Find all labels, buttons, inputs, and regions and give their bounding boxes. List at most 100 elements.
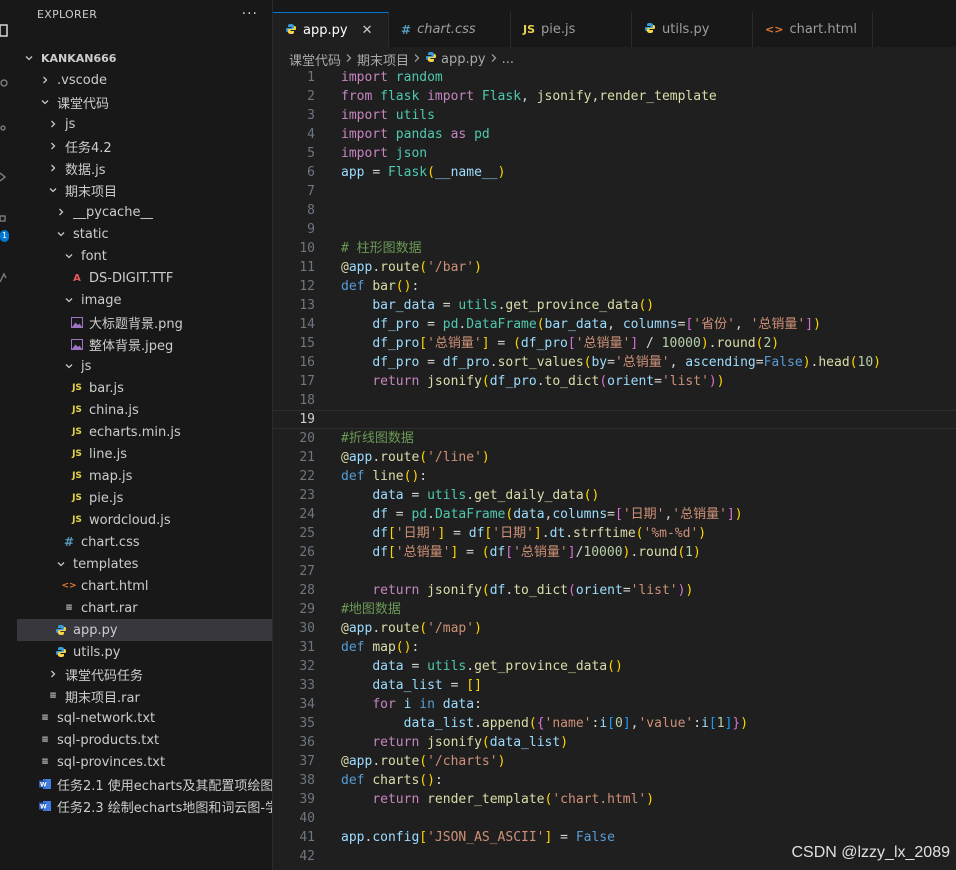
tree-file[interactable]: <> chart.html <box>17 575 272 597</box>
breadcrumb-item[interactable]: app.py <box>441 52 486 67</box>
tree-folder[interactable]: 课堂代码任务 <box>17 663 272 685</box>
code-line[interactable]: 17 return jsonify(df_pro.to_dict(orient=… <box>273 372 956 391</box>
tree-file[interactable]: W 任务2.1 使用echarts及其配置项绘图-... <box>17 773 272 795</box>
tab-app-py[interactable]: app.py ✕ <box>273 12 389 47</box>
code-line[interactable]: 11 @app.route('/bar') <box>273 258 956 277</box>
code-line[interactable]: 12 def bar(): <box>273 277 956 296</box>
file-file-icon: ≡ <box>49 691 57 701</box>
tree-file[interactable]: JS china.js <box>17 399 272 421</box>
tree-file[interactable]: JS bar.js <box>17 377 272 399</box>
code-line-current[interactable]: 19 <box>273 410 956 429</box>
run-debug-icon[interactable] <box>0 168 17 186</box>
extensions-icon[interactable] <box>0 212 17 230</box>
code-line[interactable]: 7 <box>273 182 956 201</box>
code-line[interactable]: 1 import random <box>273 68 956 87</box>
code-line[interactable]: 26 df['总销量'] = (df['总销量']/10000).round(1… <box>273 543 956 562</box>
code-line[interactable]: 34 for i in data: <box>273 695 956 714</box>
tree-file[interactable]: JS wordcloud.js <box>17 509 272 531</box>
code-line[interactable]: 13 bar_data = utils.get_province_data() <box>273 296 956 315</box>
testing-icon[interactable] <box>0 268 17 286</box>
code-line[interactable]: 32 data = utils.get_province_data() <box>273 657 956 676</box>
code-line[interactable]: 30 @app.route('/map') <box>273 619 956 638</box>
tree-file[interactable]: app.py <box>17 619 272 641</box>
close-icon[interactable]: ✕ <box>362 23 373 38</box>
tree-folder[interactable]: image <box>17 289 272 311</box>
tree-folder[interactable]: font <box>17 245 272 267</box>
code-line[interactable]: 24 df = pd.DataFrame(data,columns=['日期',… <box>273 505 956 524</box>
tree-file[interactable]: 大标题背景.png <box>17 311 272 333</box>
tree-item-label: pie.js <box>89 490 124 506</box>
tree-file[interactable]: JS map.js <box>17 465 272 487</box>
code-line[interactable]: 27 <box>273 562 956 581</box>
tree-folder[interactable]: 期末项目 <box>17 179 272 201</box>
watermark: CSDN @lzzy_lx_2089 <box>791 844 950 861</box>
code-line[interactable]: 3 import utils <box>273 106 956 125</box>
code-line[interactable]: 16 df_pro = df_pro.sort_values(by='总销量',… <box>273 353 956 372</box>
code-line[interactable]: 10 # 柱形图数据 <box>273 239 956 258</box>
code-line[interactable]: 5 import json <box>273 144 956 163</box>
tree-folder[interactable]: static <box>17 223 272 245</box>
tree-folder[interactable]: __pycache__ <box>17 201 272 223</box>
breadcrumb[interactable]: 课堂代码 期末项目 app.py... <box>289 48 514 70</box>
code-line[interactable]: 28 return jsonify(df.to_dict(orient='lis… <box>273 581 956 600</box>
tree-file[interactable]: ≡ sql-products.txt <box>17 729 272 751</box>
code-line[interactable]: 22 def line(): <box>273 467 956 486</box>
tree-file[interactable]: ≡ chart.rar <box>17 597 272 619</box>
tree-folder[interactable]: templates <box>17 553 272 575</box>
code-line[interactable]: 31 def map(): <box>273 638 956 657</box>
image-file-icon <box>69 316 85 328</box>
tab-pie-js[interactable]: JS pie.js <box>511 12 632 47</box>
breadcrumb-item[interactable]: 期末项目 <box>357 50 409 69</box>
code-line[interactable]: 9 <box>273 220 956 239</box>
breadcrumb-item[interactable]: ... <box>502 52 514 67</box>
tree-file[interactable]: JS line.js <box>17 443 272 465</box>
tree-file[interactable]: JS pie.js <box>17 487 272 509</box>
tab-utils-py[interactable]: utils.py <box>632 12 753 47</box>
code-line[interactable]: 2 from flask import Flask, jsonify,render… <box>273 87 956 106</box>
tree-folder[interactable]: js <box>17 113 272 135</box>
tree-file[interactable]: # chart.css <box>17 531 272 553</box>
files-icon[interactable] <box>0 22 17 40</box>
tree-file[interactable]: A DS-DIGIT.TTF <box>17 267 272 289</box>
tree-folder[interactable]: 课堂代码 <box>17 91 272 113</box>
code-line[interactable]: 40 <box>273 809 956 828</box>
chevron-right-icon <box>45 116 61 132</box>
code-line[interactable]: 37 @app.route('/charts') <box>273 752 956 771</box>
code-line[interactable]: 29 #地图数据 <box>273 600 956 619</box>
tree-file[interactable]: ≡ 期末项目.rar <box>17 685 272 707</box>
tree-folder[interactable]: 数据.js <box>17 157 272 179</box>
code-line[interactable]: 23 data = utils.get_daily_data() <box>273 486 956 505</box>
code-line[interactable]: 25 df['日期'] = df['日期'].dt.strftime('%m-%… <box>273 524 956 543</box>
tree-file[interactable]: utils.py <box>17 641 272 663</box>
tree-folder[interactable]: .vscode <box>17 69 272 91</box>
code-line[interactable]: 33 data_list = [] <box>273 676 956 695</box>
search-icon[interactable] <box>0 76 17 94</box>
tab-chart-css[interactable]: # chart.css <box>389 12 511 47</box>
tree-file[interactable]: ≡ sql-provinces.txt <box>17 751 272 773</box>
tree-file[interactable]: ≡ sql-network.txt <box>17 707 272 729</box>
code-line[interactable]: 39 return render_template('chart.html') <box>273 790 956 809</box>
more-actions-icon[interactable]: ··· <box>242 6 258 22</box>
breadcrumb-item[interactable]: 课堂代码 <box>289 50 341 69</box>
tree-item-label: bar.js <box>89 380 124 396</box>
tree-file[interactable]: W 任务2.3 绘制echarts地图和词云图-学... <box>17 795 272 817</box>
code-line[interactable]: 18 <box>273 391 956 410</box>
code-line[interactable]: 8 <box>273 201 956 220</box>
source-control-icon[interactable] <box>0 120 17 138</box>
code-line[interactable]: 38 def charts(): <box>273 771 956 790</box>
code-line[interactable]: 21 @app.route('/line') <box>273 448 956 467</box>
tree-folder[interactable]: 任务4.2 <box>17 135 272 157</box>
code-line[interactable]: 35 data_list.append({'name':i[0],'value'… <box>273 714 956 733</box>
tab-chart-html[interactable]: <> chart.html <box>753 12 873 47</box>
tree-file[interactable]: JS echarts.min.js <box>17 421 272 443</box>
code-line[interactable]: 4 import pandas as pd <box>273 125 956 144</box>
tree-file[interactable]: 整体背景.jpeg <box>17 333 272 355</box>
code-line[interactable]: 15 df_pro['总销量'] = (df_pro['总销量'] / 1000… <box>273 334 956 353</box>
tab-label: chart.css <box>417 22 476 37</box>
code-line[interactable]: 6 app = Flask(__name__) <box>273 163 956 182</box>
tree-folder[interactable]: KANKAN666 <box>17 47 272 69</box>
code-line[interactable]: 14 df_pro = pd.DataFrame(bar_data, colum… <box>273 315 956 334</box>
code-line[interactable]: 20 #折线图数据 <box>273 429 956 448</box>
tree-folder[interactable]: js <box>17 355 272 377</box>
code-line[interactable]: 36 return jsonify(data_list) <box>273 733 956 752</box>
